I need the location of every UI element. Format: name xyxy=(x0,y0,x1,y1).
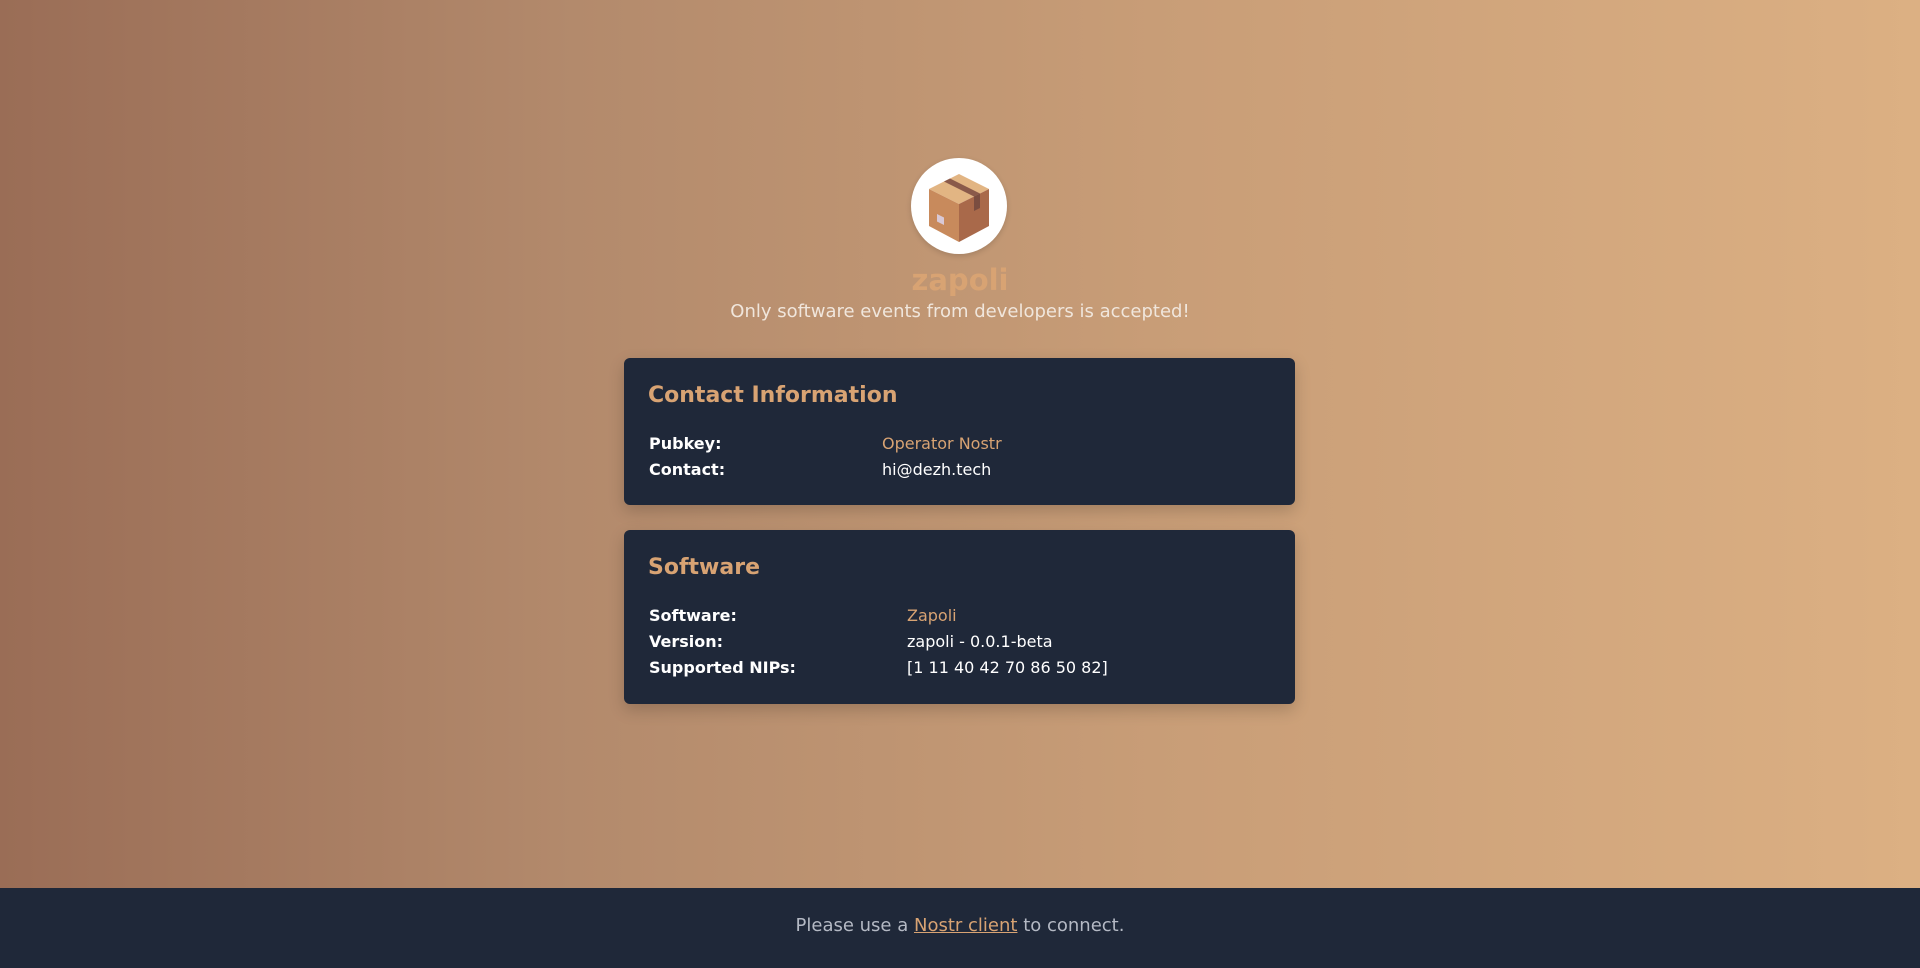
pubkey-link[interactable]: Operator Nostr xyxy=(882,433,1002,455)
relay-description: Only software events from developers is … xyxy=(730,301,1190,322)
contact-value: hi@dezh.tech xyxy=(882,460,992,479)
version-label: Version: xyxy=(649,632,724,651)
nips-value: [1 11 40 42 70 86 50 82] xyxy=(907,658,1108,677)
pubkey-label: Pubkey: xyxy=(649,434,722,453)
contact-label: Contact: xyxy=(649,460,726,479)
software-label: Software: xyxy=(649,606,737,625)
footer-prefix: Please use a xyxy=(795,915,914,936)
footer-suffix: to connect. xyxy=(1017,915,1125,936)
main-area: zapoli Only software events from develop… xyxy=(0,0,1920,888)
contact-info-card: Contact Information Pubkey: Operator Nos… xyxy=(624,358,1295,505)
contact-info-title: Contact Information xyxy=(648,383,898,408)
software-card: Software Software: Zapoli Version: zapol… xyxy=(624,530,1295,704)
nostr-client-link[interactable]: Nostr client xyxy=(914,915,1017,936)
software-title: Software xyxy=(648,555,760,580)
footer: Please use a Nostr client to connect. xyxy=(0,888,1920,968)
nips-label: Supported NIPs: xyxy=(649,658,796,677)
relay-name: zapoli xyxy=(911,263,1009,297)
package-box-icon xyxy=(929,174,989,242)
relay-logo xyxy=(911,158,1007,254)
version-value: zapoli - 0.0.1-beta xyxy=(907,632,1053,651)
software-link[interactable]: Zapoli xyxy=(907,605,957,627)
